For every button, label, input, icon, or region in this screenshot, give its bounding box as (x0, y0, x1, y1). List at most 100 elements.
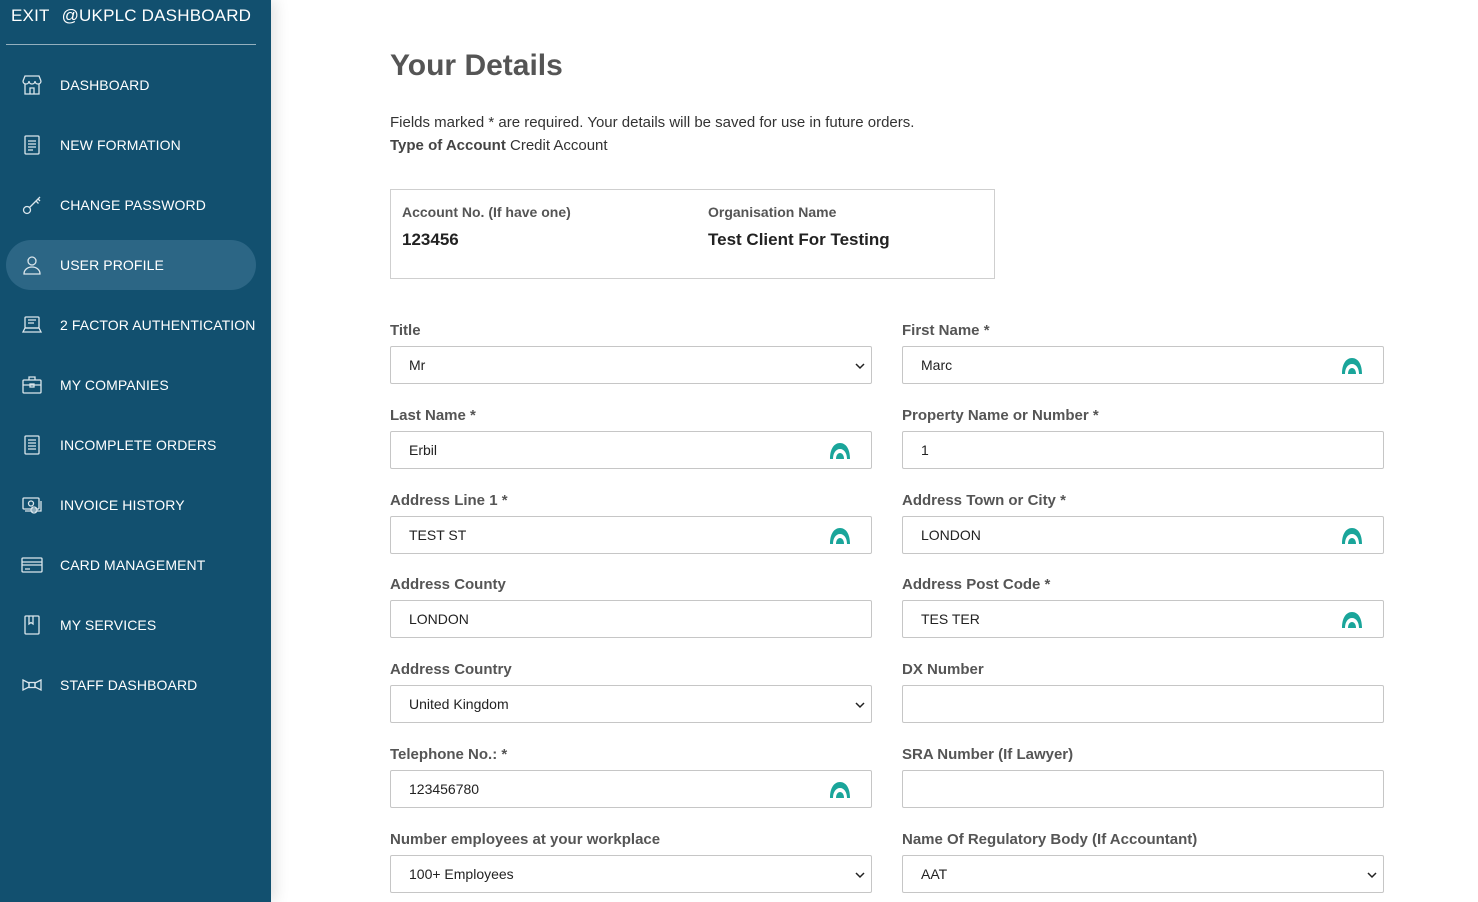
sidebar-item-dashboard[interactable]: DASHBOARD (6, 60, 256, 110)
property-label: Property Name or Number * (902, 407, 1099, 424)
sra-number-label: SRA Number (If Lawyer) (902, 746, 1074, 763)
last-name-label: Last Name * (390, 407, 476, 424)
telephone-input[interactable]: 123456780 (390, 770, 872, 808)
postcode-input[interactable]: TES TER (902, 600, 1384, 638)
list-icon (24, 435, 40, 455)
user-icon (23, 256, 41, 275)
chevron-down-icon (855, 363, 865, 370)
autofill-icon[interactable] (1341, 356, 1363, 376)
sra-number-field: SRA Number (If Lawyer) (902, 746, 1384, 808)
first-name-input[interactable]: Marc (902, 346, 1384, 384)
dx-number-label: DX Number (902, 661, 984, 678)
property-input[interactable]: 1 (902, 431, 1384, 469)
sidebar-item-label: 2 FACTOR AUTHENTICATION (60, 317, 256, 333)
town-input[interactable]: LONDON (902, 516, 1384, 554)
sidebar-item-label: INVOICE HISTORY (60, 497, 185, 513)
first-name-field: First Name * Marc (902, 322, 1384, 384)
postcode-value: TES TER (921, 611, 980, 627)
address-line1-value: TEST ST (409, 527, 467, 543)
county-field: Address County LONDON (390, 576, 872, 638)
organisation-name-label: Organisation Name (708, 204, 837, 220)
postcode-field: Address Post Code * TES TER (902, 576, 1384, 638)
sidebar-item-label: INCOMPLETE ORDERS (60, 437, 217, 453)
autofill-icon[interactable] (1341, 526, 1363, 546)
store-icon (22, 75, 42, 95)
sidebar-item-incomplete-orders[interactable]: INCOMPLETE ORDERS (6, 420, 256, 470)
chevron-down-icon (855, 702, 865, 709)
credit-card-icon (21, 557, 43, 573)
sidebar-item-label: MY SERVICES (60, 617, 157, 633)
autofill-icon[interactable] (829, 780, 851, 800)
sidebar-nav: DASHBOARD NEW FORMATION CHANGE PASSWORD … (0, 60, 271, 720)
county-value: LONDON (409, 611, 469, 627)
sidebar-item-invoice-history[interactable]: INVOICE HISTORY (6, 480, 256, 530)
town-label: Address Town or City * (902, 492, 1066, 509)
town-value: LONDON (921, 527, 981, 543)
regulatory-body-label: Name Of Regulatory Body (If Accountant) (902, 831, 1198, 848)
money-icon (22, 497, 42, 514)
property-value: 1 (921, 442, 929, 458)
employees-select[interactable]: 100+ Employees (390, 855, 872, 893)
last-name-input[interactable]: Erbil (390, 431, 872, 469)
title-select[interactable]: Mr (390, 346, 872, 384)
chevron-down-icon (1367, 872, 1377, 879)
sidebar-item-card-management[interactable]: CARD MANAGEMENT (6, 540, 256, 590)
document-icon (24, 135, 40, 155)
postcode-label: Address Post Code * (902, 576, 1051, 593)
account-number-value: 123456 (402, 230, 459, 249)
first-name-value: Marc (921, 357, 953, 373)
autofill-icon[interactable] (829, 526, 851, 546)
chevron-down-icon (855, 872, 865, 879)
county-input[interactable]: LONDON (390, 600, 872, 638)
page-title: Your Details (390, 49, 563, 82)
title-value: Mr (409, 357, 426, 373)
sidebar-item-my-services[interactable]: MY SERVICES (6, 600, 256, 650)
sidebar-item-2fa[interactable]: 2 FACTOR AUTHENTICATION (6, 300, 256, 350)
laptop-icon (21, 316, 43, 333)
telephone-value: 123456780 (409, 781, 480, 797)
organisation-name-value: Test Client For Testing (708, 230, 890, 249)
sidebar-header: EXIT @UKPLC DASHBOARD (11, 6, 251, 26)
briefcase-icon (22, 376, 42, 394)
country-select[interactable]: United Kingdom (390, 685, 872, 723)
regulatory-body-value: AAT (921, 866, 948, 882)
key-icon (22, 196, 41, 215)
autofill-icon[interactable] (1341, 610, 1363, 630)
sidebar-item-label: USER PROFILE (60, 257, 164, 273)
sidebar-item-label: NEW FORMATION (60, 137, 181, 153)
regulatory-body-select[interactable]: AAT (902, 855, 1384, 893)
account-number: Account No. (If have one) 123456 (402, 204, 571, 250)
county-label: Address County (390, 576, 506, 593)
telephone-field: Telephone No.: * 123456780 (390, 746, 872, 808)
brand-title: @UKPLC DASHBOARD (61, 6, 252, 25)
property-field: Property Name or Number * 1 (902, 407, 1384, 469)
account-type-value: Credit Account (510, 137, 608, 154)
dx-number-input[interactable] (902, 685, 1384, 723)
sidebar-item-label: CHANGE PASSWORD (60, 197, 206, 213)
first-name-label: First Name * (902, 322, 990, 339)
telephone-label: Telephone No.: * (390, 746, 508, 763)
sidebar-item-change-password[interactable]: CHANGE PASSWORD (6, 180, 256, 230)
title-field: Title Mr (390, 322, 872, 384)
sidebar: EXIT @UKPLC DASHBOARD DASHBOARD NEW FORMA… (0, 0, 271, 902)
address-line1-input[interactable]: TEST ST (390, 516, 872, 554)
regulatory-body-field: Name Of Regulatory Body (If Accountant) … (902, 831, 1384, 893)
sidebar-item-label: STAFF DASHBOARD (60, 677, 198, 693)
dx-number-field: DX Number (902, 661, 1384, 723)
sidebar-item-my-companies[interactable]: MY COMPANIES (6, 360, 256, 410)
account-info-box: Account No. (If have one) 123456 Organis… (390, 189, 995, 279)
account-type-label: Type of Account (390, 137, 506, 154)
exit-link[interactable]: EXIT (11, 6, 50, 25)
sidebar-item-label: MY COMPANIES (60, 377, 169, 393)
sra-number-input[interactable] (902, 770, 1384, 808)
autofill-icon[interactable] (829, 441, 851, 461)
sidebar-divider (6, 44, 256, 45)
sidebar-item-staff-dashboard[interactable]: STAFF DASHBOARD (6, 660, 256, 710)
address-line1-label: Address Line 1 * (390, 492, 508, 509)
sidebar-item-new-formation[interactable]: NEW FORMATION (6, 120, 256, 170)
sidebar-item-user-profile[interactable]: USER PROFILE (6, 240, 256, 290)
account-number-label: Account No. (If have one) (402, 204, 571, 220)
town-field: Address Town or City * LONDON (902, 492, 1384, 554)
employees-field: Number employees at your workplace 100+ … (390, 831, 872, 893)
employees-label: Number employees at your workplace (390, 831, 661, 848)
